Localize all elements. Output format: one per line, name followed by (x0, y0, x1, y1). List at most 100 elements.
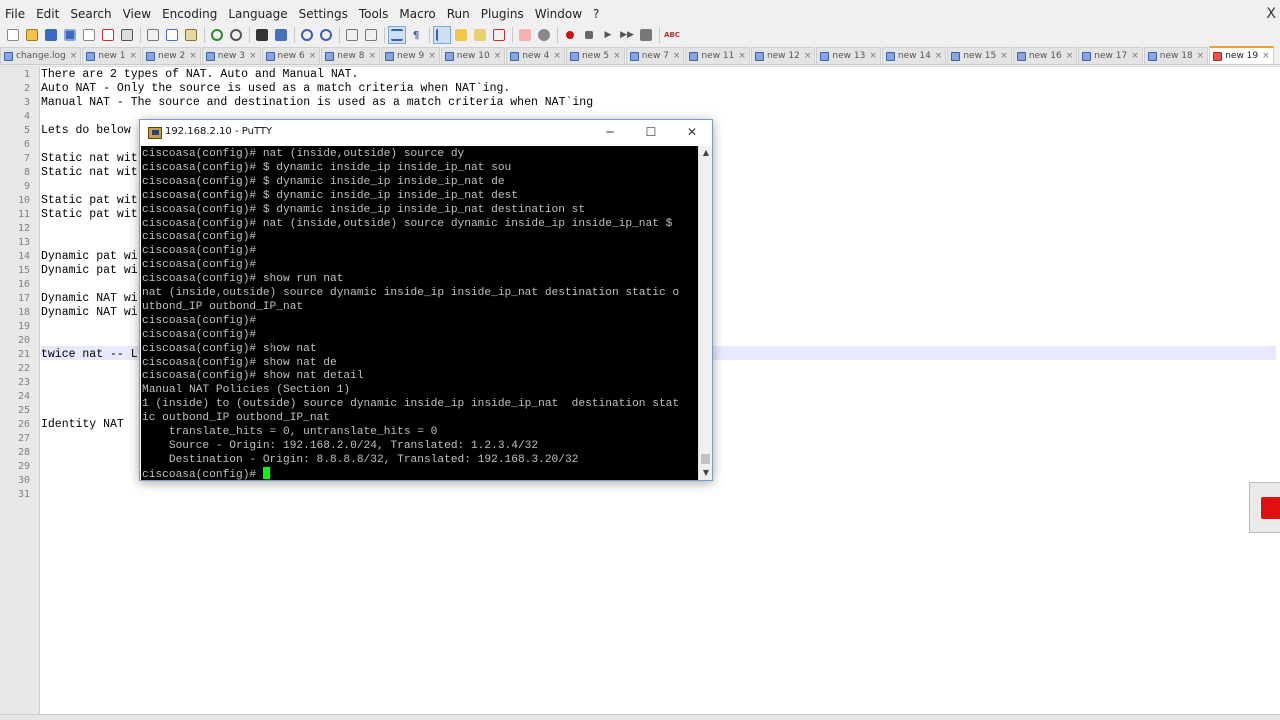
tab-new-1[interactable]: new 1 × (82, 47, 141, 64)
minimize-button[interactable]: ─ (590, 120, 630, 146)
code-line[interactable]: Dynamic NAT wi (41, 306, 138, 320)
monitoring-icon[interactable] (535, 26, 553, 44)
maximize-button[interactable]: ☐ (631, 120, 671, 146)
udl-icon[interactable] (452, 26, 470, 44)
app-close-button[interactable]: X (1266, 4, 1276, 24)
scroll-up-icon[interactable]: ▲ (699, 146, 713, 160)
tab-close-icon[interactable]: × (1262, 51, 1270, 61)
menu-search[interactable]: Search (65, 4, 117, 24)
tab-new-4[interactable]: new 4 × (506, 47, 565, 64)
tab-new-9[interactable]: new 9 × (381, 47, 440, 64)
close-all-icon[interactable] (99, 26, 117, 44)
code-line[interactable]: Static pat wit (41, 194, 138, 208)
menu-run[interactable]: Run (442, 4, 476, 24)
tab-new-16[interactable]: new 16 × (1012, 47, 1078, 64)
tab-close-icon[interactable]: × (249, 51, 257, 61)
menu-edit[interactable]: Edit (31, 4, 65, 24)
scroll-thumb[interactable] (701, 454, 710, 464)
putty-title-bar[interactable]: 192.168.2.10 - PuTTY ─ ☐ ✕ (140, 120, 712, 146)
tab-close-icon[interactable]: × (869, 51, 877, 61)
tab-new-10[interactable]: new 10 × (440, 47, 506, 64)
tab-new-7[interactable]: new 7 × (625, 47, 685, 64)
terminal-scrollbar[interactable]: ▲ ▼ (698, 146, 712, 480)
tab-close-icon[interactable]: × (804, 51, 812, 61)
stop-macro-icon[interactable] (580, 26, 598, 44)
terminal-screen[interactable]: ciscoasa(config)# nat (inside,outside) s… (141, 146, 698, 480)
code-line[interactable]: Manual NAT - The source and destination … (41, 96, 593, 110)
menu-window[interactable]: Window (530, 4, 588, 24)
tab-new-5[interactable]: new 5 × (565, 47, 625, 64)
tab-new-13[interactable]: new 13 × (816, 47, 881, 64)
tab-new-6[interactable]: new 6 × (261, 47, 321, 64)
save-all-icon[interactable] (61, 26, 79, 44)
tab-new-14[interactable]: new 14 × (881, 47, 947, 64)
floating-panel[interactable] (1249, 482, 1280, 533)
code-line[interactable]: Dynamic NAT wi (41, 292, 138, 306)
menu-language[interactable]: Language (223, 4, 293, 24)
copy-icon[interactable] (163, 26, 181, 44)
tab-new-15[interactable]: new 15 × (947, 47, 1012, 64)
menu-view[interactable]: View (118, 4, 157, 24)
play-macro-multiple-icon[interactable]: ▶▶ (618, 26, 636, 44)
code-line[interactable]: Identity NAT (41, 418, 124, 432)
save-icon[interactable] (42, 26, 60, 44)
code-line[interactable]: Auto NAT - Only the source is used as a … (41, 82, 510, 96)
menu-settings[interactable]: Settings (294, 4, 354, 24)
tab-close-icon[interactable]: × (1197, 51, 1205, 61)
word-wrap-icon[interactable] (388, 26, 406, 44)
tab-close-icon[interactable]: × (1131, 51, 1139, 61)
sync-vertical-icon[interactable] (343, 26, 361, 44)
zoom-in-icon[interactable] (298, 26, 316, 44)
code-line[interactable]: Lets do below (41, 124, 131, 138)
zoom-out-icon[interactable] (317, 26, 335, 44)
tab-new-17[interactable]: new 17 × (1078, 47, 1143, 64)
tab-close-icon[interactable]: × (189, 51, 197, 61)
function-list-icon[interactable] (490, 26, 508, 44)
tab-close-icon[interactable]: × (70, 51, 78, 61)
tab-close-icon[interactable]: × (428, 51, 436, 61)
open-file-icon[interactable] (23, 26, 41, 44)
record-macro-icon[interactable] (561, 26, 579, 44)
close-file-icon[interactable] (80, 26, 98, 44)
menu-encoding[interactable]: Encoding (157, 4, 223, 24)
spell-check-icon[interactable]: ABC (663, 26, 681, 44)
indent-guide-icon[interactable] (433, 26, 451, 44)
code-line[interactable]: Static nat wit (41, 152, 138, 166)
tab-close-icon[interactable]: × (613, 51, 621, 61)
menu-macro[interactable]: Macro (394, 4, 441, 24)
tab-close-icon[interactable]: × (1000, 51, 1008, 61)
sync-horizontal-icon[interactable] (362, 26, 380, 44)
menu-help[interactable]: ? (588, 4, 605, 24)
code-line[interactable]: There are 2 types of NAT. Auto and Manua… (41, 68, 358, 82)
menu-tools[interactable]: Tools (354, 4, 395, 24)
tab-new-11[interactable]: new 11 × (685, 47, 750, 64)
code-line[interactable]: Dynamic pat wi (41, 264, 138, 278)
tab-close-icon[interactable]: × (494, 51, 502, 61)
scroll-down-icon[interactable]: ▼ (699, 466, 713, 480)
find-icon[interactable] (253, 26, 271, 44)
paste-icon[interactable] (182, 26, 200, 44)
folder-workspace-icon[interactable] (516, 26, 534, 44)
code-line[interactable]: Static nat wit (41, 166, 138, 180)
tab-new-3[interactable]: new 3 × (201, 47, 261, 64)
tab-close-icon[interactable]: × (129, 51, 137, 61)
save-macro-icon[interactable] (637, 26, 655, 44)
close-button[interactable]: ✕ (672, 120, 712, 146)
code-line[interactable]: Dynamic pat wi (41, 250, 138, 264)
tab-change-log[interactable]: change.log × (0, 47, 82, 64)
tab-close-icon[interactable]: × (935, 51, 943, 61)
tab-new-19[interactable]: new 19 × (1209, 46, 1274, 64)
putty-window[interactable]: 192.168.2.10 - PuTTY ─ ☐ ✕ ciscoasa(conf… (139, 119, 713, 481)
tab-new-2[interactable]: new 2 × (142, 47, 201, 64)
doc-map-icon[interactable] (471, 26, 489, 44)
tab-new-12[interactable]: new 12 × (750, 47, 816, 64)
new-file-icon[interactable] (4, 26, 22, 44)
play-macro-icon[interactable]: ▶ (599, 26, 617, 44)
print-icon[interactable] (118, 26, 136, 44)
redo-icon[interactable] (227, 26, 245, 44)
menu-plugins[interactable]: Plugins (476, 4, 530, 24)
tab-close-icon[interactable]: × (309, 51, 317, 61)
code-line[interactable]: Static pat wit (41, 208, 138, 222)
show-all-chars-icon[interactable]: ¶ (407, 26, 425, 44)
cut-icon[interactable] (144, 26, 162, 44)
